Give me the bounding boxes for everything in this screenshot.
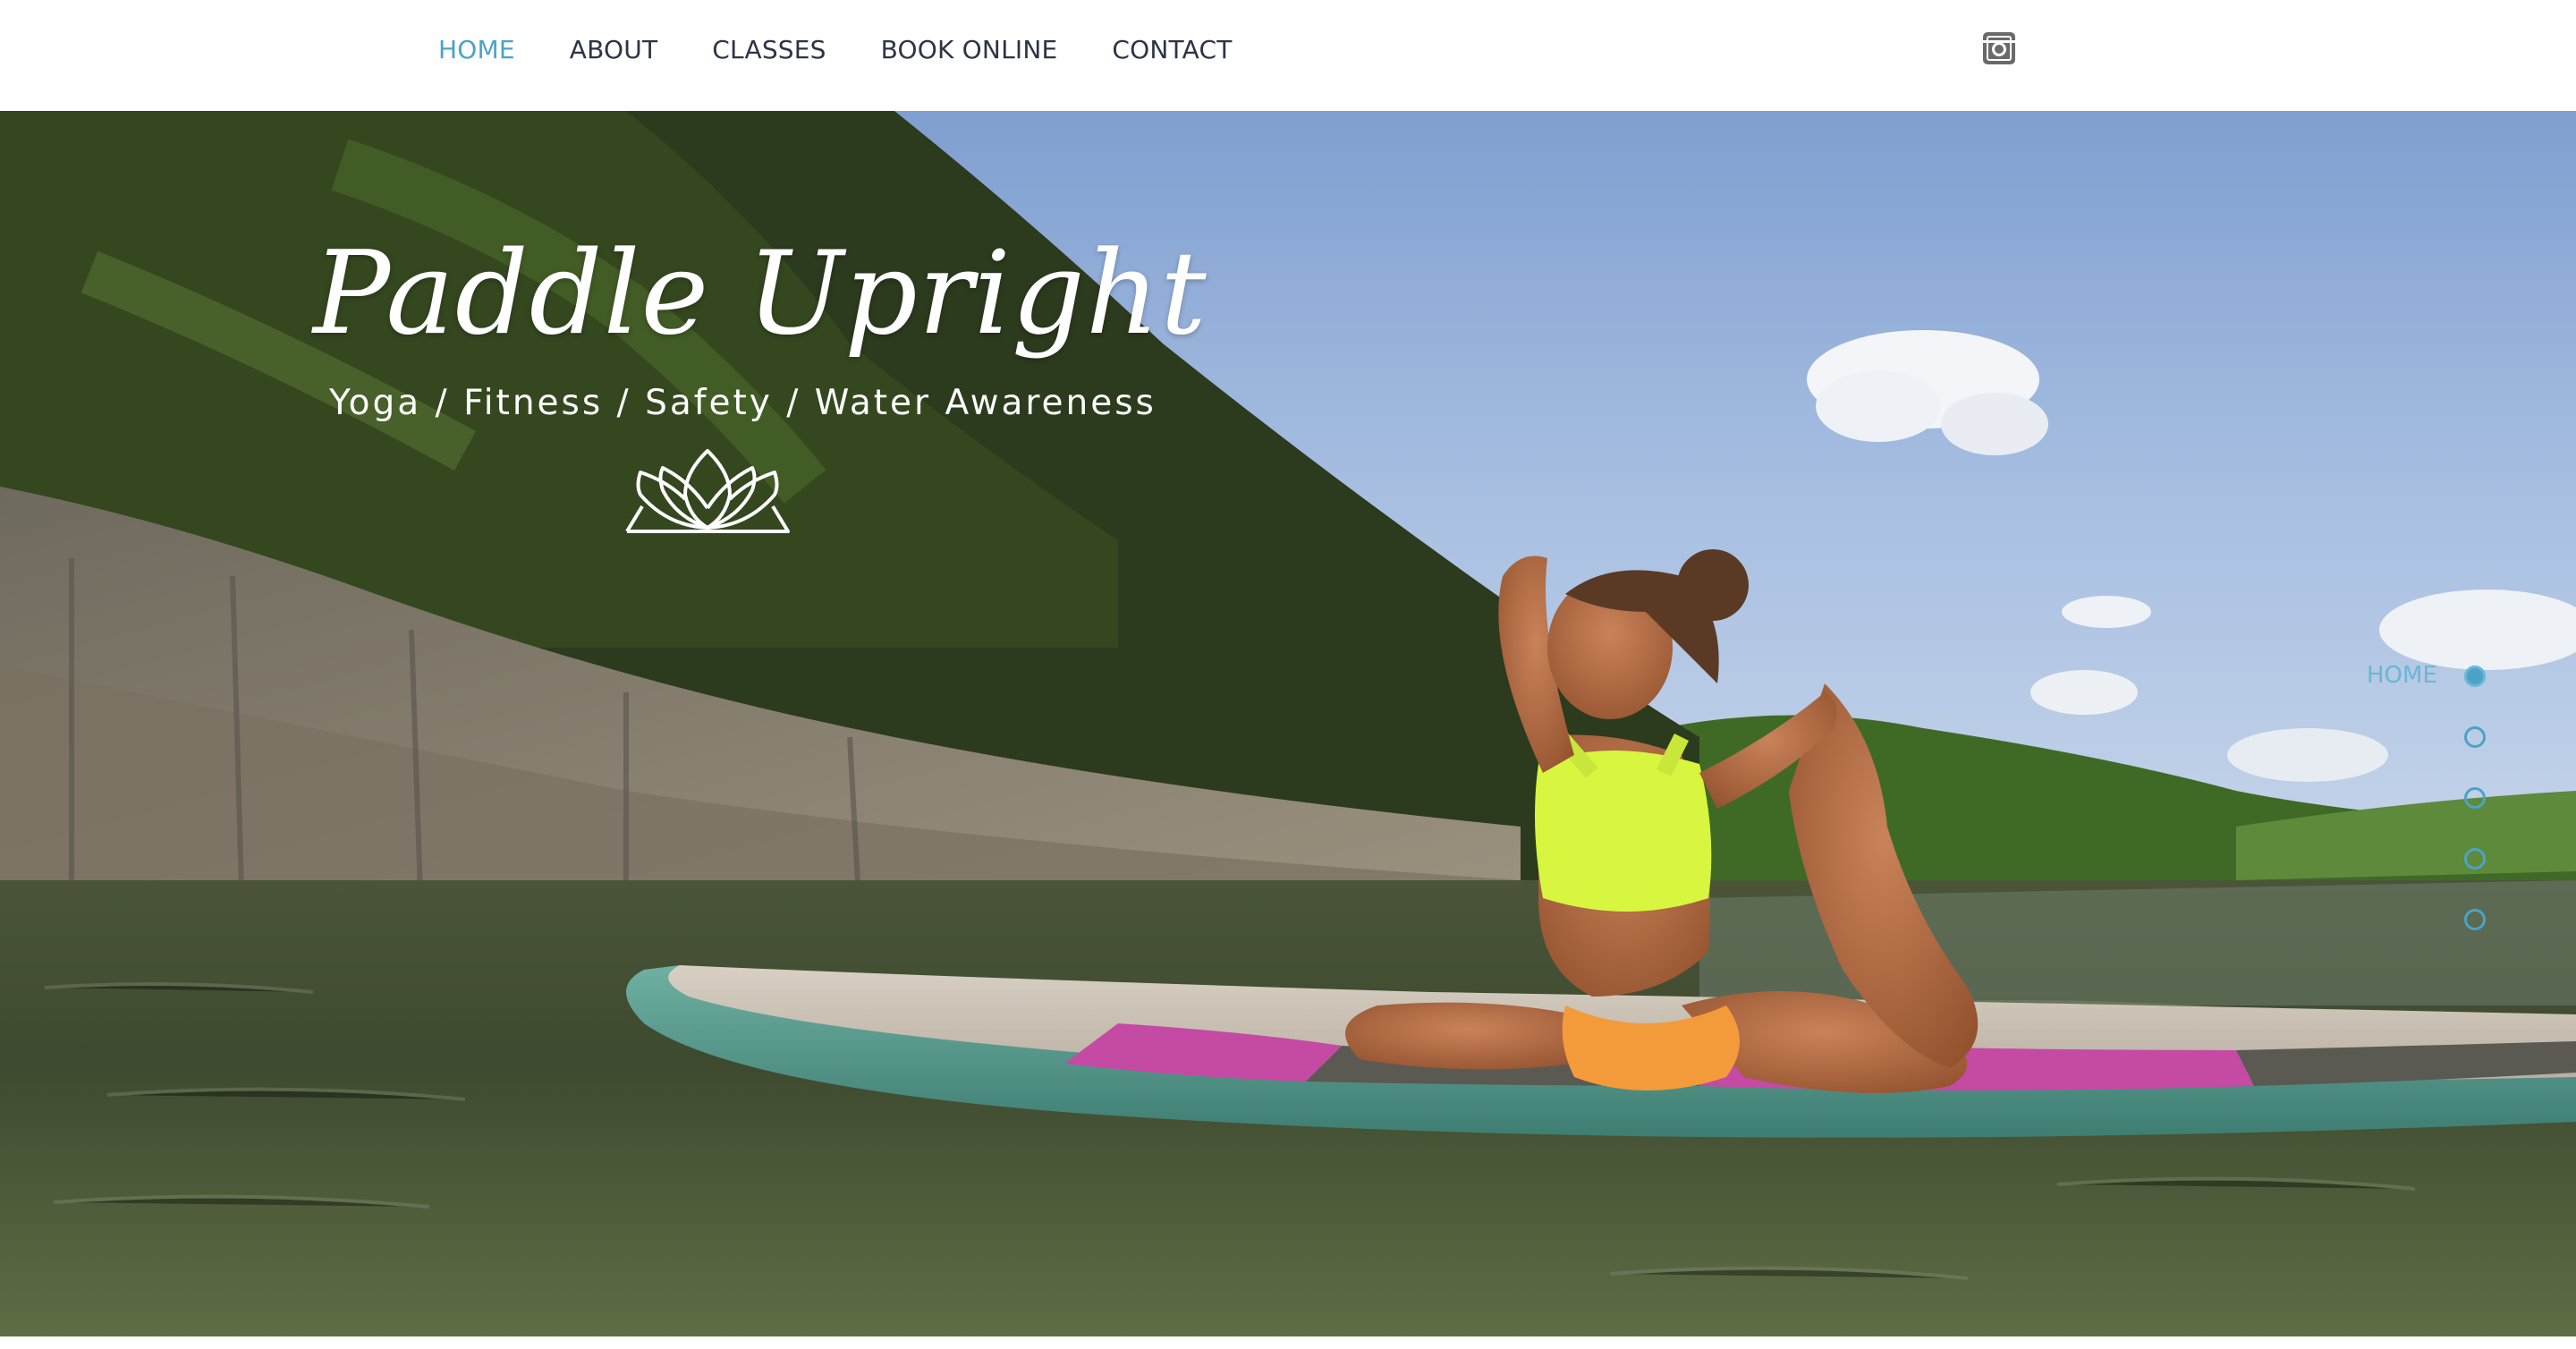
hero-section: Paddle Upright Yoga / Fitness / Safety /… [0, 111, 2576, 1336]
hero-title: Paddle Upright [313, 227, 1208, 361]
hero-subtitle: Yoga / Fitness / Safety / Water Awarenes… [329, 383, 1157, 423]
lotus-icon [625, 449, 790, 533]
nav-item-book-online[interactable]: BOOK ONLINE [881, 35, 1058, 64]
anchor-dot-2[interactable] [2464, 726, 2486, 748]
bottom-strip [0, 1336, 2576, 1349]
hero-overlay: Paddle Upright Yoga / Fitness / Safety /… [0, 111, 2576, 1336]
nav-item-home[interactable]: HOME [438, 35, 515, 64]
anchor-menu-label: HOME [2367, 662, 2437, 689]
nav-item-classes[interactable]: CLASSES [712, 35, 826, 64]
nav-item-about[interactable]: ABOUT [570, 35, 658, 64]
anchor-dot-home[interactable] [2464, 666, 2486, 687]
anchor-dot-3[interactable] [2464, 787, 2486, 809]
site-header: HOME ABOUT CLASSES BOOK ONLINE CONTACT [0, 0, 2576, 111]
anchor-dot-4[interactable] [2464, 848, 2486, 870]
instagram-lens [1992, 42, 2006, 56]
main-nav: HOME ABOUT CLASSES BOOK ONLINE CONTACT [438, 0, 1287, 98]
nav-item-contact[interactable]: CONTACT [1112, 35, 1232, 64]
anchor-dot-5[interactable] [2464, 909, 2486, 930]
instagram-icon[interactable] [1983, 32, 2015, 64]
